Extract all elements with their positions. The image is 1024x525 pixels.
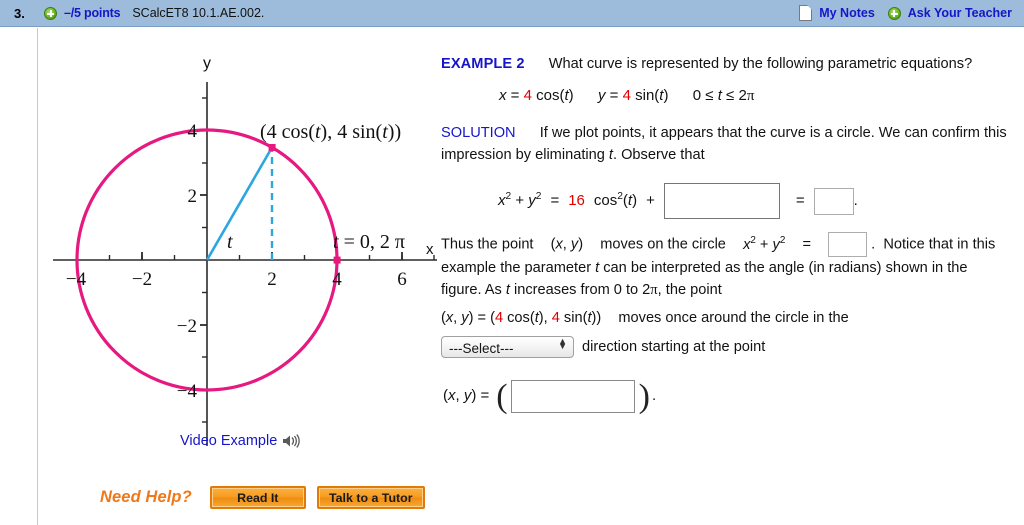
eq-y-function: sin(t) [635,87,669,105]
eq-y-coefficient: 4 [622,87,631,105]
eq-y-equals: = [609,87,619,105]
my-notes-link[interactable]: My Notes [819,6,875,20]
example-label: EXAMPLE 2 [441,56,525,72]
expand-plus-icon[interactable] [44,6,57,20]
need-help-label: Need Help? [100,488,192,506]
radius-segment [205,146,274,261]
point-fn-1: cos(t), [507,309,548,326]
point-coef-2: 4 [551,309,560,326]
solution-text: If we plot points, it appears that the c… [441,124,1007,164]
identity-period: . [853,191,858,209]
thus-equals: = [802,236,811,253]
final-point-input[interactable] [510,380,635,413]
chevron-updown-icon: ▲ ▼ [558,335,567,352]
ask-your-teacher-link[interactable]: Ask Your Teacher [908,6,1012,20]
point-marker-on-curve [268,144,276,151]
y-tick-label--4: −4 [177,381,198,402]
question-body: y x −4 −2 2 4 6 4 2 −2 −4 (4 cos(t), 4 s… [0,28,1024,525]
final-point-answer-line: (x, y) = ( ) . [443,377,1011,415]
eq-t-range: 0 ≤ t ≤ 2π [692,87,755,105]
identity-result-input[interactable] [813,187,854,215]
need-help-row: Need Help? Read It Talk to a Tutor [100,486,436,509]
identity-plus: + [646,191,655,209]
eq-x-coefficient: 4 [523,87,532,105]
eq-x-equals: = [510,87,520,105]
points-label: –/5 points [64,6,121,20]
left-rule-divider [37,28,38,525]
thus-circle-lhs: x2 + y2 [743,234,786,253]
x-tick-label-2: 2 [267,269,277,290]
direction-select-line: ---Select--- ▲ ▼ direction starting at th… [441,335,1011,358]
video-example-label: Video Example [180,433,278,449]
notes-page-icon[interactable] [799,5,813,21]
y-tick-label-4: 4 [188,121,198,142]
y-tick-labels: 4 2 −2 −4 [177,121,198,402]
ask-teacher-plus-icon[interactable] [887,6,901,20]
y-tick-label-2: 2 [188,186,198,207]
point-annotation-label: (4 cos(t), 4 sin(t)) [260,121,401,143]
direction-tail-text: direction starting at the point [582,338,766,355]
read-it-button[interactable]: Read It [209,486,306,509]
question-code: SCalcET8 10.1.AE.002. [132,6,265,20]
identity-equation-line: x2 + y2 = 16 cos2(t) + = . [498,183,1011,220]
figure-svg: y x −4 −2 2 4 6 4 2 −2 −4 (4 cos(t), 4 s… [53,55,437,446]
final-period: . [651,387,657,405]
point-parametric-line: (x, y) = (4 cos(t), 4 sin(t)) moves once… [441,307,1011,329]
thus-text-1: Thus the point [441,236,534,253]
speaker-icon[interactable] [282,434,301,448]
solution-label: SOLUTION [441,124,516,141]
example-prompt: What curve is represented by the followi… [548,56,973,72]
parametric-circle-figure: y x −4 −2 2 4 6 4 2 −2 −4 (4 cos(t), 4 s… [45,46,437,466]
open-paren-glyph: ( [496,377,508,415]
eq-x-var: x [499,87,507,105]
final-lhs: (x, y) = [443,387,490,405]
identity-lhs: x2 + y2 [498,190,542,209]
identity-equals-2: = [795,191,805,209]
identity-answer-input[interactable] [663,183,780,220]
question-header-left: 3. –/5 points SCalcET8 10.1.AE.002. [0,6,264,21]
point-fn-2: sin(t)) [559,309,602,326]
identity-equals-1: = [550,191,560,209]
point-marker-t0 [333,256,341,264]
thus-text-2: moves on the circle [600,236,726,253]
point-line-lhs: (x, y) = ( [441,309,495,326]
x-tick-label--4: −4 [66,269,87,290]
close-paren-glyph: ) [638,377,650,415]
exercise-page: 3. –/5 points SCalcET8 10.1.AE.002. My N… [0,0,1024,525]
talk-to-a-tutor-button[interactable]: Talk to a Tutor [316,486,425,509]
x-tick-labels: −4 −2 2 4 6 [66,269,407,290]
x-tick-label--2: −2 [132,269,152,290]
x-tick-label-6: 6 [397,269,407,290]
read-it-label: Read It [237,490,279,505]
x-tick-label-4: 4 [332,269,342,290]
video-example-link[interactable]: Video Example [180,433,301,449]
direction-select[interactable]: ---Select--- ▲ ▼ [441,335,574,358]
problem-statement: EXAMPLE 2 What curve is represented by t… [441,53,1011,415]
talk-to-a-tutor-label: Talk to a Tutor [329,490,413,505]
y-tick-label--2: −2 [177,316,197,337]
question-header-right: My Notes Ask Your Teacher [799,5,1024,21]
solution-paragraph: SOLUTION If we plot points, it appears t… [441,122,1011,166]
angle-t-label: t [227,231,233,253]
point-line-tail: moves once around the circle in the [618,309,849,326]
identity-cos-term: cos2(t) [593,190,638,209]
question-header-bar: 3. –/5 points SCalcET8 10.1.AE.002. My N… [0,0,1024,27]
question-number: 3. [14,5,25,21]
t-zero-label: t = 0, 2 π [333,231,405,253]
direction-select-value: ---Select--- [449,340,514,356]
eq-y-var: y [597,87,606,105]
parametric-equations-line: x = 4 cos(t) y = 4 sin(t) 0 ≤ t ≤ 2π [499,85,1011,108]
point-coef-1: 4 [494,309,504,326]
y-axis-letter: y [203,55,211,72]
x-axis-letter: x [426,241,434,258]
circle-radius-squared-input[interactable] [828,232,868,258]
example-paragraph: EXAMPLE 2 What curve is represented by t… [441,53,1011,75]
thus-point: (x, y) [550,236,584,253]
thus-paragraph: Thus the point (x, y) moves on the circl… [441,232,1011,301]
eq-x-function: cos(t) [536,87,574,105]
identity-coefficient: 16 [568,191,585,209]
